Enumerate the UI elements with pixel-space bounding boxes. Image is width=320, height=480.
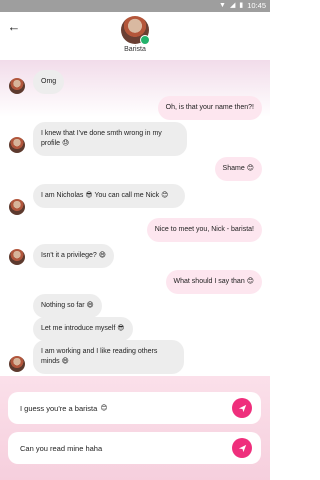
status-time: 10:45	[247, 1, 266, 10]
message-outgoing: Shame 😊	[214, 157, 262, 181]
message-incoming: Isn't it a privilege? 😄	[33, 244, 115, 268]
emoji: 😎	[117, 325, 125, 332]
signal-icon: ◢	[229, 2, 236, 9]
status-icons: ▼ ◢ ▮ 10:45	[219, 0, 266, 12]
arrow-left-icon: ←	[7, 18, 21, 34]
message-text: Shame	[222, 165, 245, 172]
message-outgoing: Oh, is that your name then?!	[157, 96, 262, 120]
message-incoming: I am Nicholas 😎 You can call me Nick 😊	[33, 184, 185, 208]
send-button[interactable]	[232, 398, 252, 418]
send-icon	[238, 404, 246, 412]
message-incoming: Nothing so far 😄	[33, 294, 102, 318]
emoji: 😄	[86, 302, 94, 309]
message-text: Oh, is that your name then?!	[165, 104, 254, 111]
emoji: 😊	[161, 192, 169, 199]
message-text: I knew that I've done smth wrong in my p…	[41, 130, 162, 147]
message-text: Let me introduce myself	[41, 325, 116, 332]
battery-icon: ▮	[239, 2, 244, 9]
message-outgoing: Nice to meet you, Nick - barista!	[146, 218, 262, 242]
message-text: Isn't it a privilege?	[41, 252, 97, 259]
send-icon	[238, 444, 246, 452]
emoji: 😄	[61, 358, 69, 365]
back-button[interactable]: ←	[6, 18, 22, 34]
message-text: What should I say than	[173, 278, 245, 285]
message-outgoing: What should I say than 😊	[165, 270, 262, 294]
message-avatar	[9, 249, 25, 265]
message-incoming: Omg	[33, 70, 65, 94]
reply-text: Can you read mine haha	[20, 443, 103, 453]
message-text: I am working and I like reading others m…	[41, 348, 158, 365]
reply-option[interactable]: Can you read mine haha	[8, 432, 261, 464]
wifi-icon: ▼	[219, 2, 226, 9]
contact-name: Barista	[124, 46, 146, 53]
message-avatar	[9, 78, 25, 94]
send-button[interactable]	[232, 438, 252, 458]
reply-suggestions: I guess you're a barista 😊 Can you read …	[0, 376, 270, 480]
emoji: 😊	[246, 278, 254, 285]
message-avatar	[9, 137, 25, 153]
contact-avatar[interactable]	[121, 16, 150, 45]
reply-text: I guess you're a barista	[20, 403, 98, 413]
message-list[interactable]: Omg Oh, is that your name then?! I knew …	[0, 60, 270, 376]
chat-header: ← Barista	[0, 12, 270, 60]
emoji: 😄	[98, 252, 107, 259]
message-text: Omg	[41, 78, 57, 85]
emoji: 😓	[62, 140, 70, 147]
emoji: 😊	[100, 405, 108, 412]
online-status-dot	[140, 35, 150, 45]
message-incoming: I am working and I like reading others m…	[33, 340, 184, 374]
reply-option[interactable]: I guess you're a barista 😊	[8, 392, 261, 424]
message-incoming: I knew that I've done smth wrong in my p…	[33, 122, 187, 156]
message-incoming: Let me introduce myself 😎	[33, 317, 133, 341]
status-bar: ▼ ◢ ▮ 10:45	[0, 0, 270, 12]
message-text: I am Nicholas 😎 You can call me Nick	[41, 192, 160, 199]
message-avatar	[9, 356, 25, 372]
message-avatar	[9, 199, 25, 215]
message-text: Nothing so far	[41, 302, 85, 309]
message-text: Nice to meet you, Nick - barista!	[154, 226, 254, 233]
emoji: 😊	[246, 165, 254, 172]
